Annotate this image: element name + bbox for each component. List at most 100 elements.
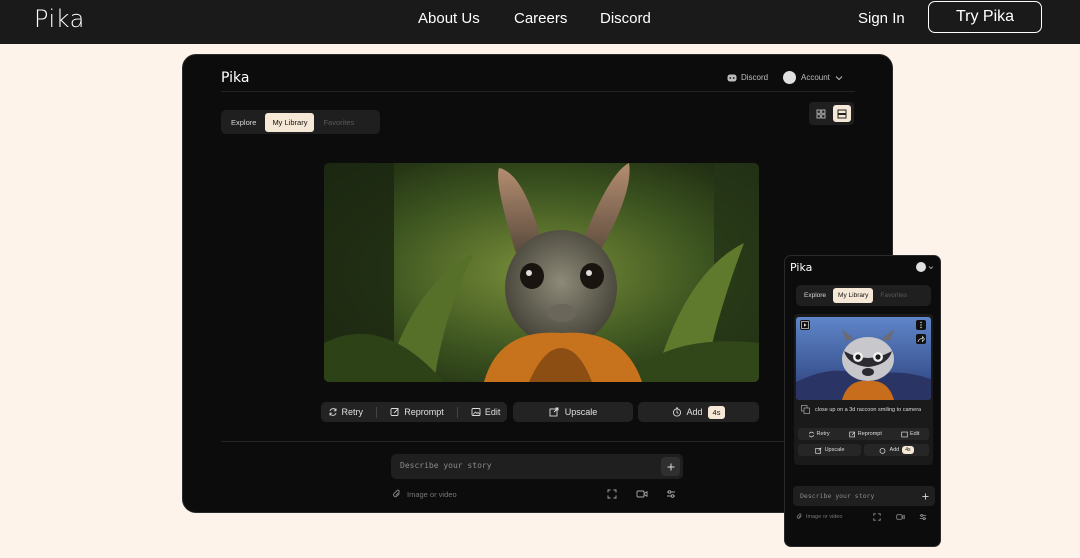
list-view-icon [837,109,847,118]
mobile-prompt-box [793,486,935,506]
retry-icon [329,408,336,416]
video-mode-button[interactable] [895,512,905,521]
video-preview[interactable] [324,163,759,382]
app-logo: Pika [221,70,250,86]
share-icon [917,335,925,343]
tab-explore[interactable]: Explore [224,113,263,132]
fullscreen-button[interactable] [872,512,881,521]
discord-icon [727,74,737,81]
account-menu[interactable]: Account [783,71,843,84]
play-icon [801,321,809,329]
edit-button[interactable]: Edit [901,431,919,438]
prompt-box [391,454,683,479]
discord-label: Discord [741,73,769,82]
video-thumbnail[interactable] [796,317,931,400]
try-pika-button[interactable]: Try Pika [928,1,1042,33]
share-button[interactable] [916,334,926,344]
nav-link-discord[interactable]: Discord [600,10,651,27]
paperclip-icon [393,489,400,498]
nav-link-about-us[interactable]: About Us [418,10,480,27]
upscale-label: Upscale [564,407,598,417]
expand-icon [607,489,617,499]
grid-view-button[interactable] [812,105,830,122]
account-label: Account [801,73,830,82]
reprompt-icon [390,408,400,416]
retry-label: Retry [816,431,830,437]
brand-logo[interactable]: Pika [34,5,85,33]
attach-label: Image or video [806,513,843,520]
library-tabs: Explore My Library Favorites [221,110,380,134]
upscale-label: Upscale [824,447,845,453]
reprompt-icon [849,431,855,437]
tab-favorites[interactable]: Favorites [875,288,912,303]
add-time-button[interactable]: Add 4s [638,402,759,422]
view-toggle [809,102,854,125]
upscale-icon [814,446,822,454]
settings-button[interactable] [665,488,677,500]
sliders-icon [667,490,675,498]
paperclip-icon [796,513,802,519]
attach-media-button[interactable]: Image or video [796,513,842,520]
prompt-input[interactable] [400,461,640,470]
prompt-caption: close up on a 3d raccoon smiling to came… [815,407,922,413]
grid-icon [816,109,826,118]
edit-button[interactable]: Edit [471,407,500,417]
tab-explore[interactable]: Explore [799,288,831,303]
footer-divider [221,441,787,442]
attach-label: Image or video [407,489,457,499]
expand-icon [872,512,881,521]
divider [456,406,458,418]
edit-image-icon [471,408,481,416]
reprompt-button[interactable]: Reprompt [849,431,882,438]
discord-link[interactable]: Discord [727,73,768,82]
duration-badge: 4s [902,446,914,454]
fullscreen-button[interactable] [606,488,618,500]
edit-image-icon [901,431,908,437]
video-mode-button[interactable] [635,488,649,500]
top-nav: Pika About Us Careers Discord Sign In Tr… [0,0,1080,44]
nav-link-careers[interactable]: Careers [514,10,567,27]
reprompt-button[interactable]: Reprompt [390,407,444,417]
add-prompt-button[interactable] [918,489,932,503]
attach-media-button[interactable]: Image or video [392,489,457,499]
video-camera-icon [636,490,648,498]
retry-label: Retry [341,407,364,417]
tab-my-library[interactable]: My Library [265,112,315,132]
plus-icon [921,492,929,500]
edit-actions-bar: Retry Reprompt Edit [321,402,507,422]
mobile-app-logo: Pika [790,261,813,274]
more-options-button[interactable] [916,320,926,330]
raccoon-video-image [796,317,931,400]
add-label: Add [889,447,900,453]
copy-icon[interactable] [801,405,810,414]
avatar [783,71,796,84]
reprompt-label: Reprompt [857,431,882,437]
upscale-icon [549,407,559,417]
video-badge [800,320,810,330]
retry-button[interactable]: Retry [808,431,830,438]
divider [376,406,378,418]
mobile-account-menu[interactable] [916,262,934,272]
list-view-button[interactable] [832,105,851,122]
add-prompt-button[interactable] [661,457,680,476]
edit-label: Edit [909,431,920,437]
prompt-input[interactable] [800,492,910,500]
settings-button[interactable] [918,512,927,521]
header-divider [221,91,855,92]
tab-my-library[interactable]: My Library [833,288,874,303]
upscale-button[interactable]: Upscale [798,444,861,456]
video-camera-icon [895,513,905,520]
duration-badge: 4s [707,405,726,419]
timer-icon [672,407,681,417]
reprompt-label: Reprompt [404,407,444,417]
avatar [916,262,926,272]
mobile-edit-actions-bar: Retry Reprompt Edit [798,428,929,440]
sign-in-link[interactable]: Sign In [858,10,905,27]
rabbit-video-image [324,163,759,382]
chevron-down-icon [835,75,843,80]
mobile-app-mockup: Pika Explore My Library Favorites close … [784,255,941,547]
tab-favorites[interactable]: Favorites [316,113,361,132]
upscale-button[interactable]: Upscale [513,402,633,422]
add-time-button[interactable]: Add 4s [864,444,929,456]
retry-button[interactable]: Retry [328,407,364,417]
